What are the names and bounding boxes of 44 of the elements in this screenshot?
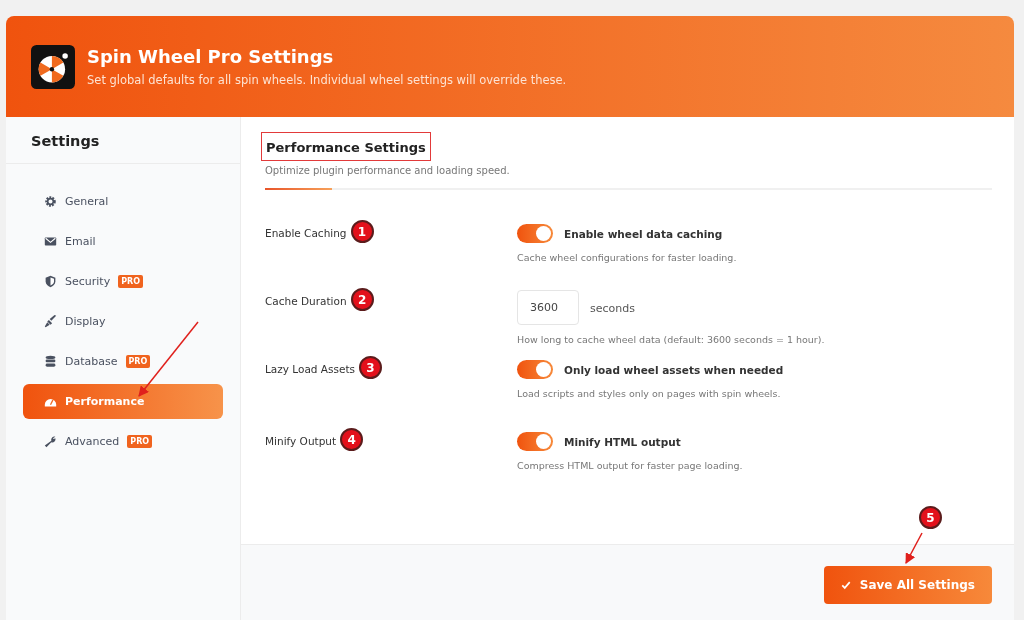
- database-icon: [44, 355, 57, 368]
- annotation-marker: 5: [919, 506, 942, 529]
- annotation-marker: 3: [359, 356, 383, 379]
- page-title: Spin Wheel Pro Settings: [87, 46, 335, 67]
- option-label: Minify HTML output: [564, 435, 681, 448]
- gear-icon: [44, 195, 57, 208]
- option-label: Only load wheel assets when needed: [564, 363, 784, 376]
- setting-label: Cache Duration: [265, 294, 347, 307]
- sidebar-item[interactable]: Advanced PRO: [23, 424, 223, 459]
- wrench-icon: [44, 435, 57, 448]
- section-title: Performance Settings: [261, 132, 431, 161]
- setting-label: Enable Caching: [265, 226, 347, 239]
- sidebar-title: Settings: [6, 117, 240, 164]
- annotation-marker: 2: [350, 288, 374, 311]
- setting-label: Minify Output: [265, 434, 337, 447]
- toggle-switch[interactable]: [517, 432, 553, 451]
- envelope-icon: [44, 235, 57, 248]
- help-text: Cache wheel configurations for faster loading.: [517, 252, 738, 263]
- setting-label: Lazy Load Assets: [265, 362, 356, 375]
- brush-icon: [44, 315, 57, 328]
- help-text: How long to cache wheel data (default: 3600 seconds = 1 hour).: [517, 334, 826, 345]
- pro-badge: PRO: [127, 435, 153, 448]
- sidebar-item[interactable]: General: [23, 184, 223, 219]
- sidebar-item[interactable]: Display: [23, 304, 223, 339]
- section-description: Optimize plugin performance and loading speed.: [265, 165, 511, 176]
- shield-icon: [44, 275, 57, 288]
- toggle-switch[interactable]: [517, 224, 553, 243]
- sidebar-item[interactable]: Security PRO: [23, 264, 223, 299]
- pro-badge: PRO: [125, 355, 151, 368]
- sidebar-item[interactable]: Database PRO: [23, 344, 223, 379]
- page-subtitle: Set global defaults for all spin wheels. Individual wheel settings will override these.: [87, 73, 567, 87]
- annotation-marker: 1: [350, 220, 374, 243]
- help-text: Compress HTML output for faster page loading.: [517, 460, 744, 471]
- sidebar-item[interactable]: Email: [23, 224, 223, 259]
- annotation-arrow: [905, 532, 923, 564]
- check-icon: [840, 579, 851, 590]
- option-label: Enable wheel data caching: [564, 227, 723, 240]
- pro-badge: PRO: [118, 275, 143, 288]
- wheel-logo-icon: [31, 44, 75, 89]
- help-text: Load scripts and styles only on pages with spin wheels.: [517, 388, 782, 399]
- toggle-switch[interactable]: [517, 360, 553, 379]
- annotation-marker: 4: [340, 428, 364, 451]
- unit-label: seconds: [590, 302, 635, 315]
- duration-input[interactable]: 3600: [517, 290, 579, 325]
